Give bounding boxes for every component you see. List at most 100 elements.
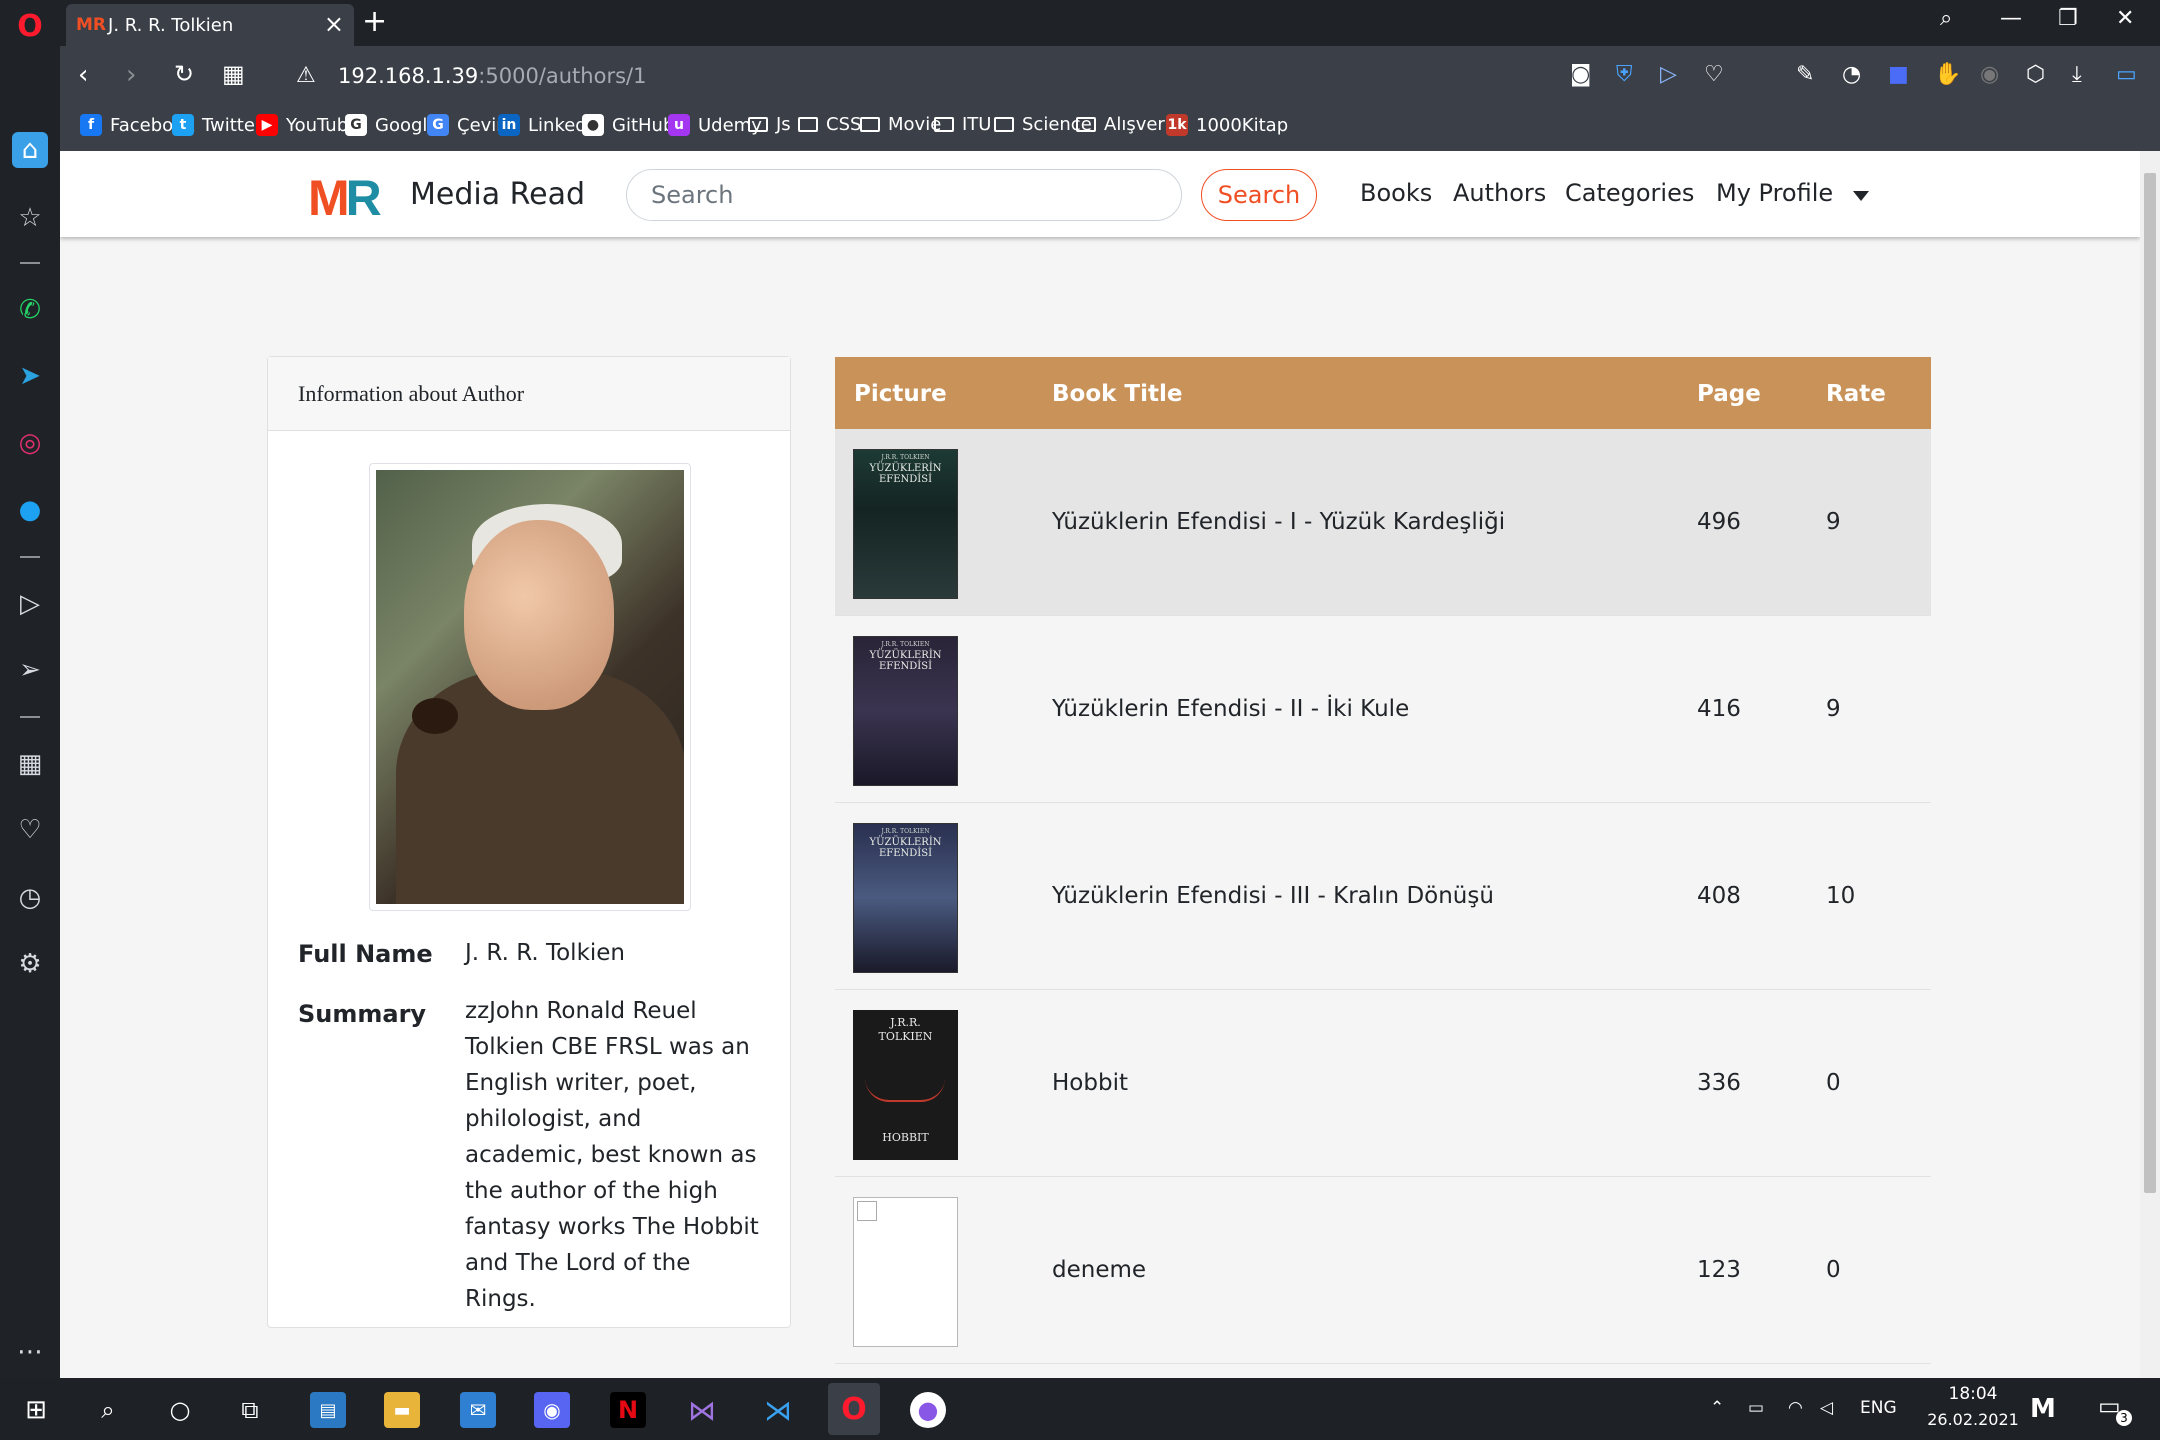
site-logo[interactable]: MR [308,169,382,227]
tray-volume-icon[interactable]: ◁ [1820,1398,1833,1418]
book-cover-image[interactable]: J.R.R. TOLKIEN YÜZÜKLERİN EFENDİSİ [853,823,958,973]
nav-link-categories[interactable]: Categories [1565,179,1694,207]
table-row[interactable]: J.R.R. TOLKIEN HOBBIT Hobbit 336 0 [835,990,1931,1177]
bookmark-itu[interactable]: ITU [934,114,991,135]
cube-icon[interactable]: ⬡ [2026,62,2045,87]
bookmark-css[interactable]: CSS [798,114,861,135]
tray-app-icon[interactable]: M [2030,1394,2056,1424]
visual-studio-icon[interactable]: ⋈ [684,1392,720,1428]
bookmark-alışveriş[interactable]: Alışveriş [1076,114,1179,135]
opera-logo-icon[interactable]: O [12,8,48,44]
logo-r: R [345,170,382,226]
search-input[interactable]: Search [626,169,1182,221]
site-navbar: MR Media Read Search Search Books Author… [60,151,2140,237]
more-icon[interactable]: ⋯ [12,1334,48,1370]
warning-icon[interactable]: ⚠ [296,63,316,88]
book-rate: 0 [1826,1070,1841,1096]
cortana-icon[interactable]: ○ [162,1392,198,1428]
instagram-icon[interactable]: ◎ [12,425,48,461]
mail-icon[interactable]: ✉ [460,1392,496,1428]
book-title[interactable]: Hobbit [1052,1070,1128,1096]
workspaces-icon[interactable]: ▦ [12,746,48,782]
bookmark-js[interactable]: Js [748,114,791,135]
bookmark-twitter[interactable]: t Twitter [172,114,262,136]
pen-icon[interactable]: ✎ [1796,62,1814,87]
table-row[interactable]: J.R.R. TOLKIEN YÜZÜKLERİN EFENDİSİ Yüzükle… [835,616,1931,803]
book-title[interactable]: Yüzüklerin Efendisi - III - Kralın Dönüş… [1052,883,1494,909]
scrollbar-thumb[interactable] [2144,173,2156,1193]
close-window-icon[interactable]: ✕ [2116,6,2134,31]
twitter-sidebar-icon[interactable]: ● [12,492,48,528]
nav-link-authors[interactable]: Authors [1453,179,1546,207]
vpn-icon[interactable]: ◉ [1980,62,1999,87]
book-cover-image[interactable]: J.R.R. TOLKIEN YÜZÜKLERİN EFENDİSİ [853,636,958,786]
page-scrollbar[interactable] [2140,151,2160,1378]
table-row[interactable]: J.R.R. TOLKIEN YÜZÜKLERİN EFENDİSİ Yüzükle… [835,429,1931,616]
search-tabs-icon[interactable]: ⌕ [1940,6,1952,31]
battery-icon[interactable]: ▭ [2116,62,2137,87]
book-cover-image[interactable] [853,1197,958,1347]
search-taskbar-icon[interactable]: ⌕ [90,1392,126,1428]
search-button[interactable]: Search [1201,169,1317,221]
windows-start-icon[interactable]: ⊞ [18,1392,54,1428]
nav-link-my-profile[interactable]: My Profile [1716,179,1833,207]
brand-name[interactable]: Media Read [410,177,585,212]
github-desktop-icon[interactable]: ● [910,1392,946,1428]
camera-icon[interactable]: ◙ [1570,62,1591,87]
history-icon[interactable]: ◷ [12,880,48,916]
bookmark-movie[interactable]: Movie [860,114,941,135]
tray-date[interactable]: 26.02.2021 [1910,1410,2036,1429]
bookmark-1000kitap[interactable]: 1k 1000Kitap [1166,114,1288,136]
reload-icon[interactable]: ↻ [174,60,194,88]
bookmark-çeviri[interactable]: G Çeviri [427,114,509,136]
table-row[interactable]: J.R.R. TOLKIEN YÜZÜKLERİN EFENDİSİ Yüzükle… [835,803,1931,990]
control-panel-icon[interactable]: ▤ [310,1392,346,1428]
extension-icon[interactable]: ■ [1888,62,1909,87]
home-icon[interactable]: ⌂ [12,132,48,168]
download-icon[interactable]: ⤓ [2072,62,2082,87]
book-cover-image[interactable]: J.R.R. TOLKIEN YÜZÜKLERİN EFENDİSİ [853,449,958,599]
tray-time[interactable]: 18:04 [1933,1384,2013,1404]
tray-chevron-icon[interactable]: ⌃ [1710,1398,1724,1418]
close-tab-icon[interactable]: × [324,10,344,38]
active-tab[interactable]: MR J. R. R. Tolkien × [66,4,354,46]
tray-battery-icon[interactable]: ▭ [1748,1398,1764,1418]
book-cover-image[interactable]: J.R.R. TOLKIEN HOBBIT [853,1010,958,1160]
tab-grid-icon[interactable]: ▦ [222,60,245,88]
restore-icon[interactable]: ❐ [2058,6,2078,31]
profile-dropdown-icon[interactable] [1853,191,1869,201]
bookmark-youtube[interactable]: ▶ YouTube [256,114,359,136]
shield-icon[interactable]: ⛨ [1616,62,1633,87]
bookmark-google[interactable]: G Google [345,114,438,136]
telegram-icon[interactable]: ➤ [12,358,48,394]
speed-dial-icon[interactable]: ☆ [12,200,48,236]
adblock-icon[interactable]: ✋ [1934,62,1961,87]
book-title[interactable]: Yüzüklerin Efendisi - II - İki Kule [1052,696,1409,722]
task-view-icon[interactable]: ⧉ [232,1392,268,1428]
opera-taskbar-icon[interactable]: O [828,1383,880,1435]
whatsapp-icon[interactable]: ✆ [12,292,48,328]
minimize-icon[interactable]: — [2000,6,2022,31]
favorite-icon[interactable]: ♡ [1704,62,1724,87]
discord-icon[interactable]: ◉ [534,1392,570,1428]
back-icon[interactable]: ‹ [78,60,88,90]
tray-language[interactable]: ENG [1860,1398,1897,1418]
bookmark-github[interactable]: ● GitHub [582,114,674,136]
book-title[interactable]: Yüzüklerin Efendisi - I - Yüzük Kardeşli… [1052,509,1505,535]
tray-wifi-icon[interactable]: ◠ [1788,1398,1803,1418]
heart-icon[interactable]: ♡ [12,812,48,848]
player-icon[interactable]: ▷ [12,586,48,622]
table-row[interactable]: deneme 123 0 [835,1177,1931,1364]
speedometer-icon[interactable]: ◔ [1842,62,1861,87]
url-field[interactable]: 192.168.1.39:5000/authors/1 [338,64,646,88]
forward-icon[interactable]: › [126,60,136,90]
new-tab-icon[interactable]: + [362,4,387,39]
vscode-icon[interactable]: ⋊ [760,1392,796,1428]
nav-link-books[interactable]: Books [1360,179,1432,207]
book-title[interactable]: deneme [1052,1257,1146,1283]
settings-icon[interactable]: ⚙ [12,946,48,982]
send-icon[interactable]: ➢ [12,652,48,688]
file-explorer-icon[interactable]: ▬ [384,1392,420,1428]
flow-icon[interactable]: ▷ [1660,62,1677,87]
netflix-icon[interactable]: N [610,1392,646,1428]
